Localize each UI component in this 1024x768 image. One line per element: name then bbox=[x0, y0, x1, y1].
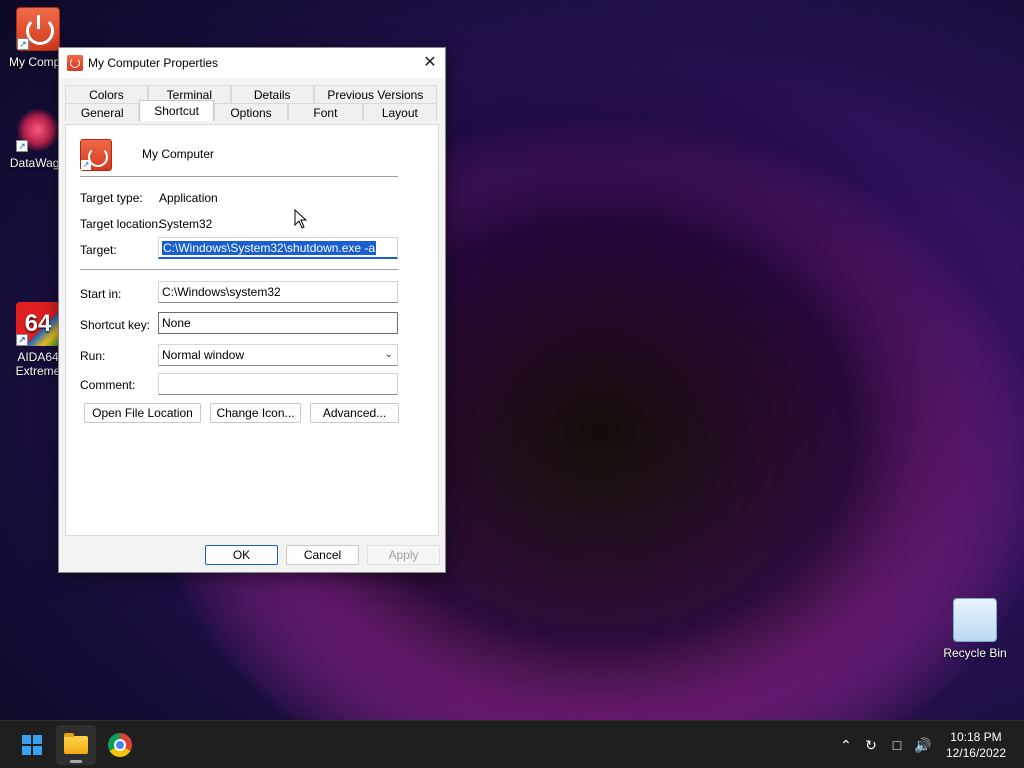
chrome-button[interactable] bbox=[100, 725, 140, 765]
open-file-location-button[interactable]: Open File Location bbox=[84, 403, 201, 423]
tab-colors[interactable]: Colors bbox=[65, 85, 148, 103]
start-in-input[interactable]: C:\Windows\system32 bbox=[158, 281, 398, 303]
target-label: Target: bbox=[80, 243, 117, 257]
dialog-title: My Computer Properties bbox=[88, 56, 219, 70]
change-icon-button[interactable]: Change Icon... bbox=[210, 403, 301, 423]
target-type-value: Application bbox=[159, 191, 218, 205]
tab-layout[interactable]: Layout bbox=[362, 103, 438, 121]
chrome-icon bbox=[108, 733, 132, 757]
taskbar: ⌃ ↻ □ 🔊 10:18 PM 12/16/2022 bbox=[0, 720, 1024, 768]
advanced-button[interactable]: Advanced... bbox=[310, 403, 399, 423]
shortcut-panel: ↗ My Computer Target type: Application T… bbox=[65, 124, 439, 536]
power-icon: ↗ bbox=[16, 7, 60, 51]
target-location-label: Target location: bbox=[80, 217, 162, 231]
tab-options[interactable]: Options bbox=[213, 103, 289, 121]
desktop-icon-label: Recycle Bin bbox=[943, 646, 1007, 660]
aida64-icon: 64 ↗ bbox=[16, 302, 60, 346]
run-select[interactable]: Normal window ⌄ bbox=[158, 344, 398, 366]
target-input[interactable]: C:\Windows\System32\shutdown.exe -a bbox=[158, 237, 398, 259]
comment-input[interactable] bbox=[158, 373, 398, 395]
run-select-value: Normal window bbox=[162, 348, 245, 362]
run-label: Run: bbox=[80, 349, 106, 363]
properties-dialog: My Computer Properties ✕ Colors Terminal… bbox=[58, 47, 446, 573]
network-icon[interactable]: □ bbox=[886, 721, 908, 768]
folder-icon bbox=[64, 733, 88, 754]
start-in-label: Start in: bbox=[80, 287, 122, 301]
clock-time: 10:18 PM bbox=[950, 730, 1002, 744]
divider bbox=[80, 269, 398, 270]
mouse-cursor-icon bbox=[294, 209, 308, 229]
chevron-up-icon[interactable]: ⌃ bbox=[836, 721, 856, 768]
shortcut-arrow-icon: ↗ bbox=[16, 334, 28, 346]
windows-logo-icon bbox=[22, 735, 42, 755]
app-icon bbox=[67, 55, 83, 71]
file-explorer-button[interactable] bbox=[56, 725, 96, 765]
shortcut-arrow-icon: ↗ bbox=[16, 140, 28, 152]
clock[interactable]: 10:18 PM 12/16/2022 bbox=[946, 729, 1006, 761]
start-button[interactable] bbox=[12, 725, 52, 765]
tab-previous-versions[interactable]: Previous Versions bbox=[313, 85, 437, 103]
tab-shortcut[interactable]: Shortcut bbox=[139, 100, 214, 121]
tab-general[interactable]: General bbox=[65, 103, 140, 121]
chevron-down-icon: ⌄ bbox=[384, 349, 393, 360]
recycle-bin-icon bbox=[953, 598, 997, 642]
running-indicator bbox=[70, 760, 82, 763]
shortcut-power-icon: ↗ bbox=[80, 139, 112, 171]
apply-button[interactable]: Apply bbox=[367, 545, 440, 565]
sync-icon[interactable]: ↻ bbox=[860, 721, 882, 768]
close-icon: ✕ bbox=[423, 54, 437, 71]
target-location-value: System32 bbox=[159, 217, 213, 231]
tab-font[interactable]: Font bbox=[288, 103, 363, 121]
aida64-icon-glyph: 64 bbox=[24, 310, 52, 337]
shortcut-name: My Computer bbox=[142, 147, 215, 161]
close-button[interactable]: ✕ bbox=[415, 48, 445, 78]
shortcut-key-input[interactable]: None bbox=[158, 312, 398, 334]
comment-label: Comment: bbox=[80, 378, 136, 392]
tab-row-back: Colors Terminal Details Previous Version… bbox=[65, 85, 437, 103]
cancel-button[interactable]: Cancel bbox=[286, 545, 359, 565]
clock-date: 12/16/2022 bbox=[945, 746, 1006, 760]
ok-button[interactable]: OK bbox=[205, 545, 278, 565]
desktop-icon-recycle-bin[interactable]: Recycle Bin bbox=[937, 598, 1013, 660]
target-input-selected-text: C:\Windows\System32\shutdown.exe -a bbox=[162, 241, 377, 255]
volume-icon[interactable]: 🔊 bbox=[912, 721, 934, 768]
tab-details[interactable]: Details bbox=[230, 85, 314, 103]
datawagon-icon: ↗ bbox=[16, 108, 60, 152]
target-type-label: Target type: bbox=[80, 191, 143, 205]
title-bar[interactable]: My Computer Properties ✕ bbox=[59, 48, 445, 78]
tab-strip: Colors Terminal Details Previous Version… bbox=[65, 85, 438, 121]
shortcut-key-label: Shortcut key: bbox=[80, 318, 151, 332]
tab-row-front: General Shortcut Options Font Layout bbox=[65, 100, 438, 121]
shortcut-arrow-icon: ↗ bbox=[17, 38, 29, 50]
shortcut-arrow-icon: ↗ bbox=[81, 160, 91, 170]
divider bbox=[80, 176, 398, 177]
